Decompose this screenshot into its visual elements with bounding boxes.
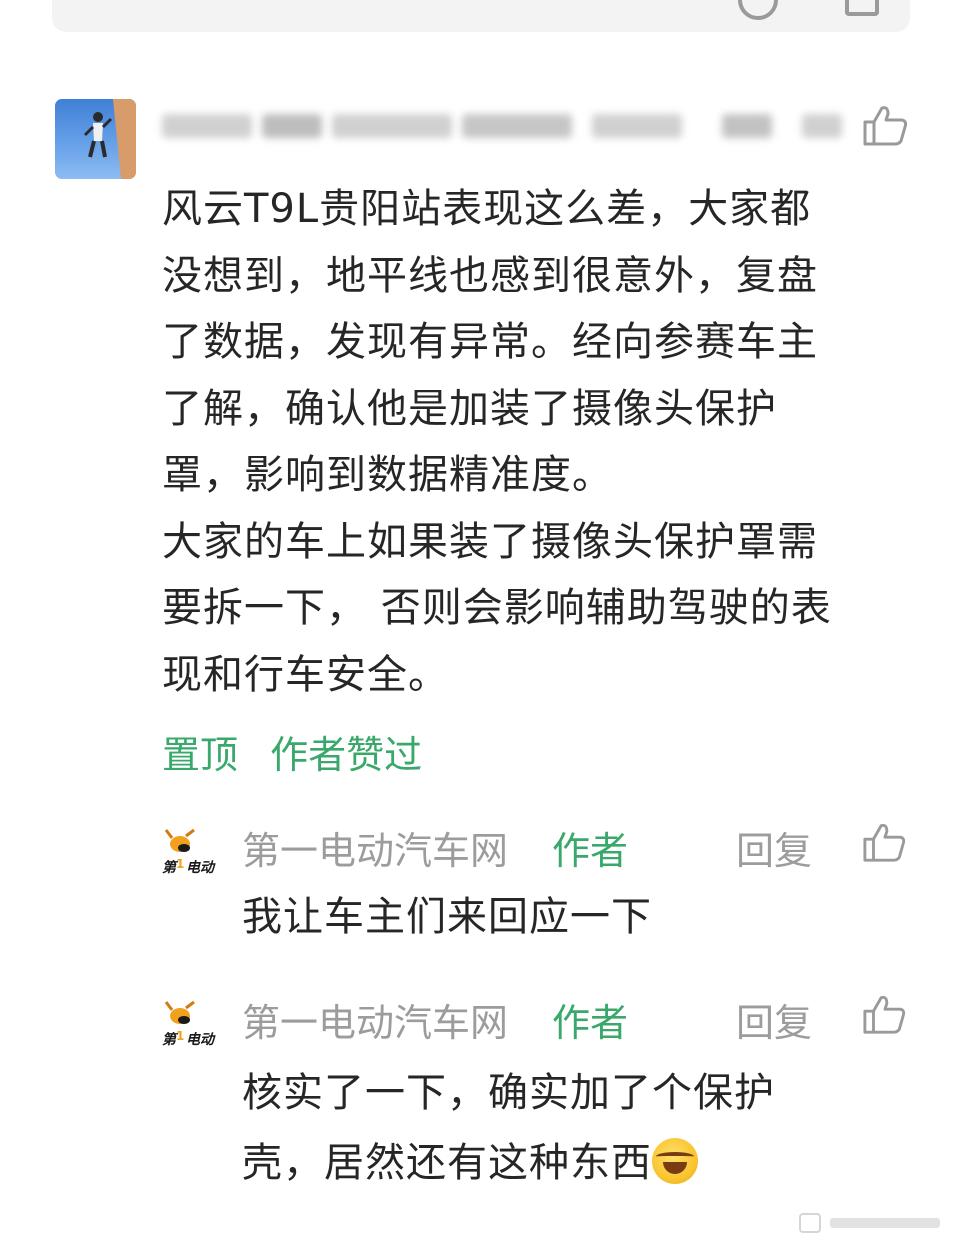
comment-line: 没想到，地平线也感到很意外，复盘	[162, 252, 818, 299]
pinned-tag: 置顶	[162, 733, 239, 777]
comment-line: 了数据，发现有异常。经向参赛车主	[162, 319, 818, 365]
reply-avatar-logo[interactable]: 第 1 电动	[160, 828, 222, 878]
comment-line: 风云T9L贵阳站表现这么差，大家都	[162, 186, 812, 232]
author-liked-tag: 作者赞过	[270, 733, 423, 777]
comment-line: 罩，影响到数据精准度。	[162, 452, 613, 498]
author-badge: 作者	[552, 1001, 629, 1045]
reply-username[interactable]: 第一电动汽车网	[242, 820, 508, 875]
reply-username[interactable]: 第一电动汽车网	[242, 992, 508, 1047]
laughing-crying-emoji-icon	[652, 1138, 698, 1184]
reply-text: 核实了一下，确实加了个保护 壳，居然还有这种东西	[242, 1058, 862, 1198]
reply-avatar-logo[interactable]: 第 1 电动	[160, 1000, 222, 1050]
image-button-icon[interactable]	[845, 0, 879, 16]
author-badge: 作者	[552, 829, 629, 873]
top-input-bar	[52, 0, 910, 32]
reply-button[interactable]: 回复	[736, 992, 812, 1047]
like-icon[interactable]	[862, 992, 906, 1036]
svg-text:电动: 电动	[186, 859, 216, 876]
emoji-button-icon[interactable]	[738, 0, 778, 20]
reply-line: 壳，居然还有这种东西	[242, 1128, 862, 1198]
comment-body: 风云T9L贵阳站表现这么差，大家都 没想到，地平线也感到很意外，复盘 了数据，发…	[162, 176, 902, 708]
reply-text: 我让车主们来回应一下	[242, 882, 862, 952]
reply-line: 我让车主们来回应一下	[242, 894, 652, 940]
comment-line: 了解，确认他是加装了摄像头保护	[162, 385, 777, 432]
reply-button[interactable]: 回复	[736, 820, 812, 875]
comment-line: 大家的车上如果装了摄像头保护罩需	[162, 518, 818, 565]
comment-line: 要拆一下， 否则会影响辅助驾驶的表	[162, 585, 832, 631]
reply-item: 第 1 电动 第一电动汽车网 作者 回复 我让车主们来回应一下	[160, 820, 920, 940]
blurred-username	[162, 104, 862, 148]
comment-line: 现和行车安全。	[162, 651, 449, 698]
svg-text:1: 1	[176, 857, 184, 871]
svg-text:1: 1	[176, 1029, 184, 1043]
like-icon[interactable]	[862, 104, 908, 146]
watermark	[790, 1208, 958, 1238]
like-icon[interactable]	[862, 820, 906, 864]
comment-tags: 置顶 作者赞过	[162, 724, 442, 779]
reply-item: 第 1 电动 第一电动汽车网 作者 回复 核实了一下，确实加了个保护 壳，居然还…	[160, 992, 920, 1212]
svg-text:电动: 电动	[186, 1031, 216, 1048]
reply-line: 核实了一下，确实加了个保护	[242, 1070, 775, 1116]
reply-line-text: 壳，居然还有这种东西	[242, 1140, 652, 1186]
commenter-avatar[interactable]	[55, 99, 136, 179]
